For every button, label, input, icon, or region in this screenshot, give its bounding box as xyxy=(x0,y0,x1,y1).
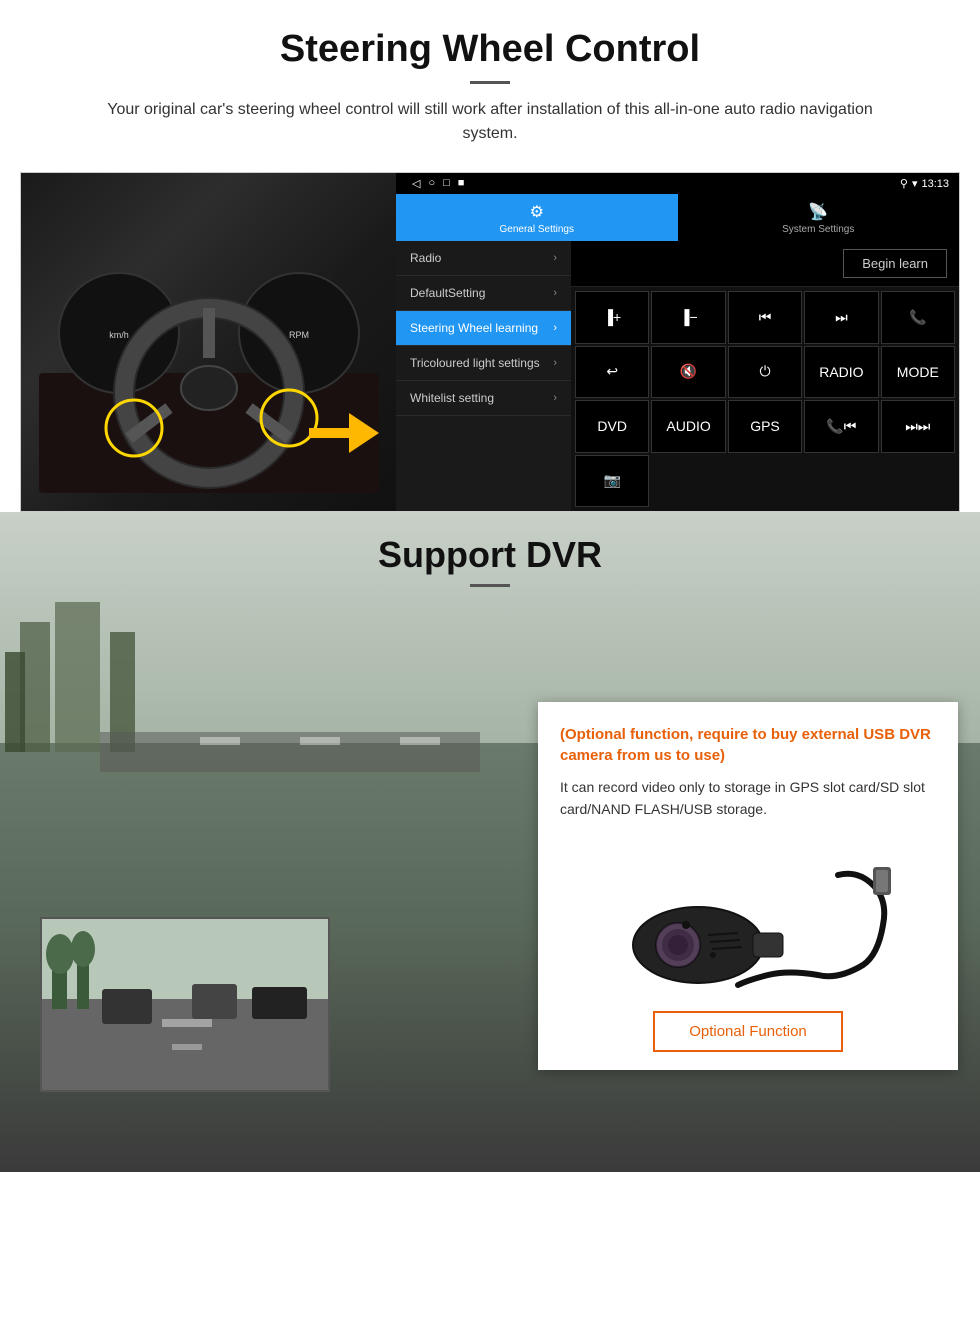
thumbnail-svg xyxy=(42,919,330,1092)
menu-whitelist[interactable]: Whitelist setting › xyxy=(396,381,571,416)
vol-down-icon: ▐− xyxy=(680,309,698,325)
menu-default-label: DefaultSetting xyxy=(410,286,485,300)
home-icon: ○ xyxy=(428,177,435,190)
back-call-btn[interactable]: ↩ xyxy=(575,346,649,399)
optional-function-button[interactable]: Optional Function xyxy=(653,1011,843,1052)
title-divider xyxy=(470,81,510,84)
dvr-optional-notice: (Optional function, require to buy exter… xyxy=(560,724,936,766)
mode-btn[interactable]: MODE xyxy=(881,346,955,399)
dvd-btn[interactable]: DVD xyxy=(575,400,649,453)
dvr-camera-svg xyxy=(598,845,898,995)
menu-icon: ■ xyxy=(458,177,465,190)
fwd2-icon: ⏭⏭ xyxy=(905,418,930,435)
mute-icon: 🔇 xyxy=(680,363,697,380)
dvr-title-overlay: Support DVR xyxy=(0,512,980,587)
menu-steering-wheel[interactable]: Steering Wheel learning › xyxy=(396,311,571,346)
right-panel: Begin learn ▐+ ▐− ⏮ ⏭ 📞 ↩ 🔇 ⏻ R xyxy=(571,241,959,511)
gps-btn[interactable]: GPS xyxy=(728,400,802,453)
tab-system-settings[interactable]: 📡 System Settings xyxy=(678,194,960,241)
skip-fwd-icon: ⏭ xyxy=(835,309,848,326)
svg-text:km/h: km/h xyxy=(109,330,129,340)
vol-up-icon: ▐+ xyxy=(603,309,621,325)
dvr-title: Support DVR xyxy=(0,534,980,576)
phone-btn[interactable]: 📞 xyxy=(881,291,955,344)
begin-learn-area: Begin learn xyxy=(571,241,959,287)
chevron-icon: › xyxy=(553,357,557,369)
chevron-icon: › xyxy=(553,322,557,334)
dvr-title-divider xyxy=(470,584,510,587)
hangup-icon: ↩ xyxy=(606,363,618,380)
camera-icon: 📷 xyxy=(603,472,620,489)
steering-wheel-svg: km/h RPM xyxy=(39,193,379,493)
begin-learn-button[interactable]: Begin learn xyxy=(843,249,947,278)
status-bar: ◁ ○ □ ■ ⚲ ▾ 13:13 xyxy=(396,173,959,194)
dvd-icon: DVD xyxy=(597,418,627,434)
nav-icons: ◁ ○ □ ■ xyxy=(406,177,896,190)
steering-description: Your original car's steering wheel contr… xyxy=(80,98,900,146)
settings-gear-icon: ⚙ xyxy=(530,202,544,222)
dvr-section: Support DVR xyxy=(0,512,980,1172)
phone-icon: 📞 xyxy=(909,309,926,326)
recent-icon: □ xyxy=(443,177,450,190)
next-btn[interactable]: ⏭ xyxy=(804,291,878,344)
status-icons: ⚲ ▾ 13:13 xyxy=(900,177,949,190)
menu-whitelist-label: Whitelist setting xyxy=(410,391,494,405)
gps-icon: GPS xyxy=(750,418,780,434)
menu-tricoloured[interactable]: Tricoloured light settings › xyxy=(396,346,571,381)
steering-section: Steering Wheel Control Your original car… xyxy=(0,0,980,512)
radio-btn[interactable]: RADIO xyxy=(804,346,878,399)
steering-title-area: Steering Wheel Control Your original car… xyxy=(0,0,980,154)
radio-label-icon: RADIO xyxy=(819,364,863,380)
menu-radio[interactable]: Radio › xyxy=(396,241,571,276)
tab-bar: ⚙ General Settings 📡 System Settings xyxy=(396,194,959,241)
power-icon: ⏻ xyxy=(759,363,770,380)
power-btn[interactable]: ⏻ xyxy=(728,346,802,399)
menu-default-setting[interactable]: DefaultSetting › xyxy=(396,276,571,311)
location-icon: ⚲ xyxy=(900,177,908,190)
system-icon: 📡 xyxy=(808,202,828,222)
menu-steering-label: Steering Wheel learning xyxy=(410,321,538,335)
ui-screenshot: km/h RPM xyxy=(20,172,960,512)
android-ui: ◁ ○ □ ■ ⚲ ▾ 13:13 ⚙ General Settings xyxy=(396,173,959,511)
steering-title: Steering Wheel Control xyxy=(20,28,960,71)
left-menu: Radio › DefaultSetting › Steering Wheel … xyxy=(396,241,571,511)
prev-btn[interactable]: ⏮ xyxy=(728,291,802,344)
mute-btn[interactable]: 🔇 xyxy=(651,346,725,399)
status-time: 13:13 xyxy=(921,178,949,190)
wifi-icon: ▾ xyxy=(912,177,918,190)
back-icon: ◁ xyxy=(412,177,420,190)
vol-up-btn[interactable]: ▐+ xyxy=(575,291,649,344)
menu-tricoloured-label: Tricoloured light settings xyxy=(410,356,540,370)
main-content: Radio › DefaultSetting › Steering Wheel … xyxy=(396,241,959,511)
tab-general-settings[interactable]: ⚙ General Settings xyxy=(396,194,678,241)
steering-photo: km/h RPM xyxy=(21,173,396,512)
phone-prev-btn[interactable]: 📞⏮ xyxy=(804,400,878,453)
audio-btn[interactable]: AUDIO xyxy=(651,400,725,453)
dvr-buildings-svg xyxy=(0,572,480,772)
dvr-info-box: (Optional function, require to buy exter… xyxy=(538,702,958,1070)
dvr-thumbnail-inner xyxy=(42,919,328,1090)
dvr-thumbnail xyxy=(40,917,330,1092)
fwd2-btn[interactable]: ⏭⏭ xyxy=(881,400,955,453)
tab-general-label: General Settings xyxy=(500,224,575,235)
mode-icon: MODE xyxy=(897,364,939,380)
vol-down-btn[interactable]: ▐− xyxy=(651,291,725,344)
chevron-icon: › xyxy=(553,287,557,299)
chevron-icon: › xyxy=(553,392,557,404)
phone-prev-icon: 📞⏮ xyxy=(826,418,856,435)
chevron-icon: › xyxy=(553,252,557,264)
svg-text:RPM: RPM xyxy=(289,330,309,340)
dvr-description: It can record video only to storage in G… xyxy=(560,776,936,821)
dvr-camera-area xyxy=(560,835,936,1011)
control-button-grid: ▐+ ▐− ⏮ ⏭ 📞 ↩ 🔇 ⏻ RADIO MODE DVD AUDIO xyxy=(571,287,959,511)
menu-radio-label: Radio xyxy=(410,251,441,265)
tab-system-label: System Settings xyxy=(782,224,854,235)
cam-btn[interactable]: 📷 xyxy=(575,455,649,508)
skip-back-icon: ⏮ xyxy=(759,309,772,326)
audio-icon: AUDIO xyxy=(666,418,710,434)
